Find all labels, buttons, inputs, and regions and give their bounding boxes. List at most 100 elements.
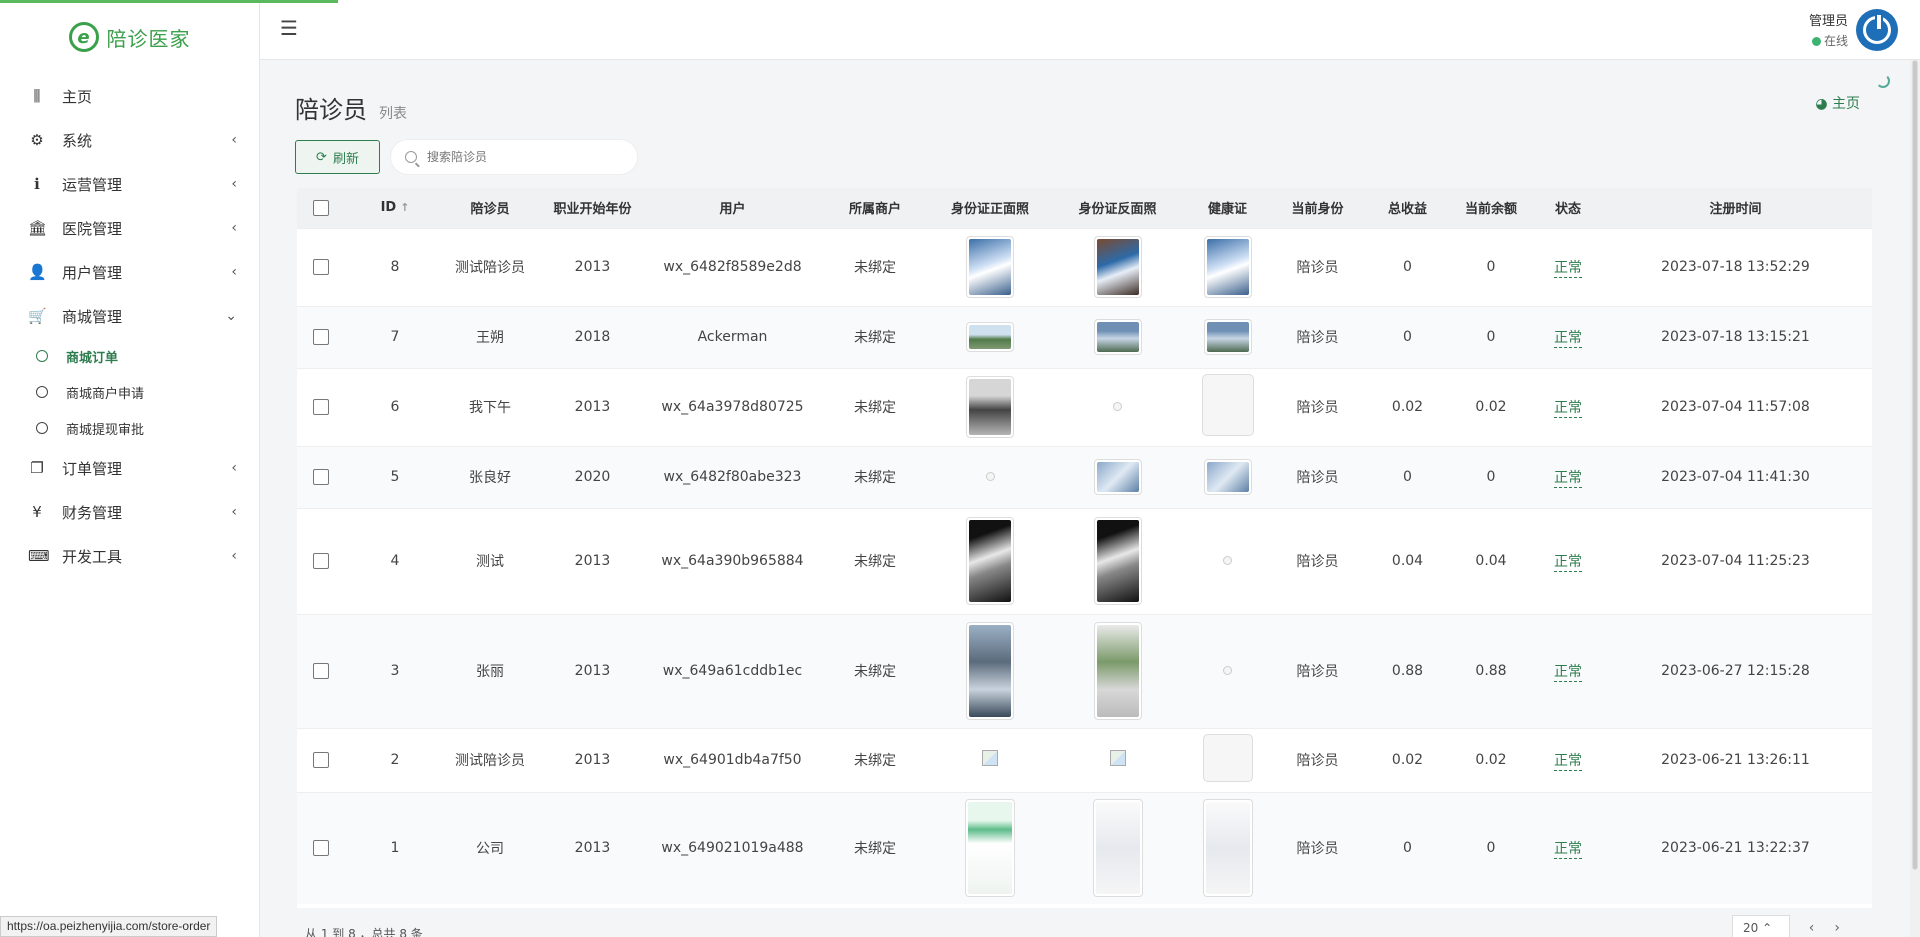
cell-name: 测试陪诊员 xyxy=(445,727,535,792)
sidebar-item-5[interactable]: 🛒 商城管理 ⌄ xyxy=(0,294,259,338)
id-front-thumbnail[interactable] xyxy=(965,799,1015,898)
status-url-tooltip: https://oa.peizhenyijia.com/store-order xyxy=(0,916,218,937)
sidebar-item-2[interactable]: ℹ 运营管理 ‹ xyxy=(0,162,259,206)
sidebar-item-1[interactable]: ⚙ 系统 ‹ xyxy=(0,118,259,162)
sidebar-item-more-0[interactable]: ❐ 订单管理 ‹ xyxy=(0,446,259,490)
sidebar-subitem-2[interactable]: 商城提现审批 xyxy=(0,410,259,446)
status-badge[interactable]: 正常 xyxy=(1554,400,1582,418)
search-box[interactable] xyxy=(390,139,638,175)
id-front-thumbnail[interactable] xyxy=(966,322,1014,352)
row-checkbox[interactable] xyxy=(297,727,345,792)
row-checkbox[interactable] xyxy=(297,445,345,508)
gear-icon: ⚙ xyxy=(30,131,44,149)
next-page-icon[interactable]: › xyxy=(1834,920,1860,936)
scrollbar-thumb[interactable] xyxy=(1912,60,1918,870)
id-front-thumbnail[interactable] xyxy=(966,376,1014,438)
status-badge[interactable]: 正常 xyxy=(1554,753,1582,771)
id-back-thumbnail[interactable] xyxy=(1093,236,1142,298)
id-back-thumbnail[interactable] xyxy=(1093,622,1142,720)
cell-income: 0.04 xyxy=(1370,507,1445,614)
status-badge[interactable]: 正常 xyxy=(1554,260,1582,278)
sidebar-subitem-1[interactable]: 商城商户申请 xyxy=(0,374,259,410)
cell-user: wx_6482f8589e2d8 xyxy=(650,227,815,306)
sidebar-item-4[interactable]: 👤 用户管理 ‹ xyxy=(0,250,259,294)
cell-status: 正常 xyxy=(1537,791,1599,904)
health-cert-thumbnail[interactable] xyxy=(1203,319,1252,355)
refresh-icon: ⟳ xyxy=(316,149,327,165)
row-checkbox[interactable] xyxy=(297,305,345,368)
page-size-select[interactable]: 20 ⌃ xyxy=(1732,915,1790,937)
table-row[interactable]: 1 公司 2013 wx_649021019a488 未绑定 陪诊员 0 0 正常 2023-06… xyxy=(297,791,1872,904)
table-row[interactable]: 2 测试陪诊员 2013 wx_64901db4a7f50 未绑定 陪诊员 0.02 0.02… xyxy=(297,727,1872,792)
table-row[interactable]: 7 王朔 2018 Ackerman 未绑定 陪诊员 0 0 正常 2023-07-18 13:1… xyxy=(297,305,1872,368)
prev-page-icon[interactable]: ‹ xyxy=(1809,920,1835,936)
col-role: 当前身份 xyxy=(1291,202,1344,218)
sidebar-nav-more: ❐ 订单管理 ‹ ¥ 财务管理 ‹ ⌨ 开发工具 ‹ xyxy=(0,446,259,578)
col-id[interactable]: ID ↑ xyxy=(345,188,445,228)
table-row[interactable]: 3 张丽 2013 wx_649a61cddb1ec 未绑定 陪诊员 0.88 0.88 正常 2… xyxy=(297,613,1872,728)
id-back-thumbnail[interactable] xyxy=(1093,319,1142,355)
status-badge[interactable]: 正常 xyxy=(1554,554,1582,572)
health-cert-thumbnail[interactable] xyxy=(1202,799,1253,898)
status-badge[interactable]: 正常 xyxy=(1554,470,1582,488)
sidebar-item-more-1[interactable]: ¥ 财务管理 ‹ xyxy=(0,490,259,534)
row-checkbox[interactable] xyxy=(297,613,345,728)
avatar[interactable] xyxy=(1856,9,1898,51)
id-back-thumbnail[interactable] xyxy=(1093,459,1142,495)
id-front-broken-image-icon[interactable] xyxy=(982,750,998,766)
id-back-broken-image-icon[interactable] xyxy=(1109,750,1126,766)
cell-balance: 0 xyxy=(1445,791,1537,904)
row-checkbox[interactable] xyxy=(297,791,345,904)
col-id-front: 身份证正面照 xyxy=(950,202,1029,218)
id-front-thumbnail[interactable] xyxy=(966,517,1014,605)
row-checkbox[interactable] xyxy=(297,367,345,446)
health-cert-thumbnail[interactable] xyxy=(1203,236,1252,298)
id-front-thumbnail[interactable] xyxy=(966,622,1014,720)
cell-merchant: 未绑定 xyxy=(815,727,935,792)
cell-id-front xyxy=(935,791,1045,904)
table-row[interactable]: 6 我下午 2013 wx_64a3978d80725 未绑定 陪诊员 0.02 0.02 正常… xyxy=(297,367,1872,446)
sidebar-subitem-0[interactable]: 商城订单 xyxy=(0,338,259,374)
menu-toggle-icon[interactable]: ☰ xyxy=(280,16,298,40)
loading-spinner-icon xyxy=(1876,74,1890,88)
search-input[interactable] xyxy=(427,150,617,164)
cell-income: 0.02 xyxy=(1370,367,1445,446)
id-front-thumbnail[interactable] xyxy=(966,236,1014,298)
brand[interactable]: e 陪诊医家 xyxy=(0,0,259,74)
id-back-thumbnail[interactable] xyxy=(1092,799,1143,898)
cell-name: 测试 xyxy=(445,507,535,614)
status-badge[interactable]: 正常 xyxy=(1554,330,1582,348)
sidebar-item-more-2[interactable]: ⌨ 开发工具 ‹ xyxy=(0,534,259,578)
cell-id: 2 xyxy=(345,727,445,792)
user-status-text: 在线 xyxy=(1823,34,1848,48)
cell-year: 2013 xyxy=(535,507,650,614)
cell-health-cert xyxy=(1190,367,1265,446)
cell-id-back xyxy=(1045,227,1190,306)
sidebar-item-3[interactable]: 🏛 医院管理 ‹ xyxy=(0,206,259,250)
health-cert-blank-image[interactable] xyxy=(1202,734,1253,782)
col-income: 总收益 xyxy=(1387,202,1427,218)
row-checkbox[interactable] xyxy=(297,507,345,614)
select-all-checkbox[interactable] xyxy=(297,188,345,228)
status-badge[interactable]: 正常 xyxy=(1554,664,1582,682)
page-scrollbar[interactable] xyxy=(1910,60,1920,937)
table-row[interactable]: 5 张良好 2020 wx_6482f80abe323 未绑定 陪诊员 0 0 正常 2023-0… xyxy=(297,445,1872,508)
health-cert-blank-image[interactable] xyxy=(1201,374,1254,436)
health-cert-thumbnail[interactable] xyxy=(1203,459,1252,495)
row-checkbox[interactable] xyxy=(297,227,345,306)
pagination-nav: ‹› xyxy=(1809,920,1860,936)
table-row[interactable]: 8 测试陪诊员 2013 wx_6482f8589e2d8 未绑定 陪诊员 0 0 正常 2023… xyxy=(297,227,1872,306)
sidebar-item-0[interactable]: ⫼ 主页 xyxy=(0,74,259,118)
brand-logo-icon: e xyxy=(68,22,99,52)
breadcrumb-home-link[interactable]: ◕ 主页 xyxy=(1815,93,1860,113)
refresh-button[interactable]: ⟳ 刷新 xyxy=(295,140,380,174)
table-row[interactable]: 4 测试 2013 wx_64a390b965884 未绑定 陪诊员 0.04 0.04 正常 2… xyxy=(297,507,1872,614)
user-info[interactable]: 管理员 在线 xyxy=(1809,10,1848,49)
cell-register-time: 2023-07-04 11:25:23 xyxy=(1599,507,1872,614)
cell-name: 公司 xyxy=(445,791,535,904)
id-back-thumbnail[interactable] xyxy=(1093,517,1142,605)
sort-asc-icon[interactable]: ↑ xyxy=(400,201,409,214)
status-badge[interactable]: 正常 xyxy=(1554,841,1582,860)
col-user: 用户 xyxy=(719,202,746,218)
cell-id-back xyxy=(1045,613,1190,728)
